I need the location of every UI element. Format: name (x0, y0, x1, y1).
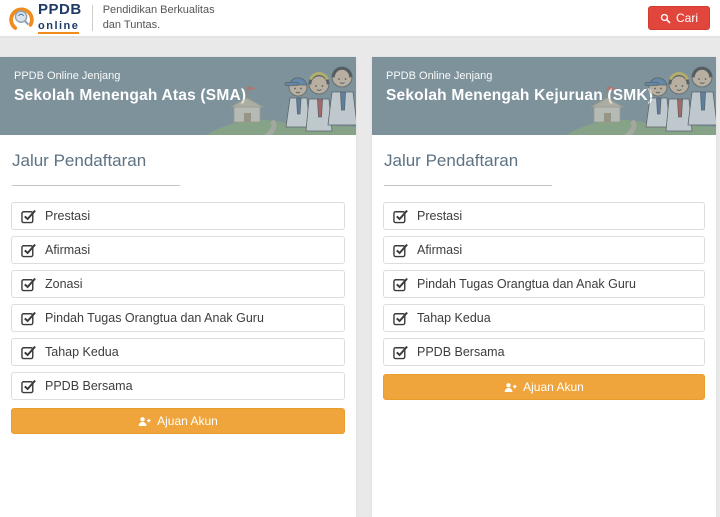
check-square-icon (393, 242, 409, 258)
main-content: PPDB Online Jenjang Sekolah Menengah Ata… (0, 38, 720, 517)
search-button-label: Cari (675, 11, 698, 25)
jalur-item-label: Pindah Tugas Orangtua dan Anak Guru (45, 311, 264, 325)
jalur-item[interactable]: Afirmasi (383, 236, 705, 264)
site-tagline: Pendidikan Berkualitas dan Tuntas. (103, 3, 215, 33)
ppdb-logo-icon (8, 5, 35, 32)
jalur-item-label: Afirmasi (45, 243, 91, 257)
jalur-item-label: Afirmasi (417, 243, 463, 257)
search-icon (660, 13, 671, 24)
jalur-item[interactable]: Tahap Kedua (383, 304, 705, 332)
jalur-item-label: Prestasi (45, 209, 91, 223)
check-square-icon (21, 208, 37, 224)
check-square-icon (21, 276, 37, 292)
card-smk: PPDB Online Jenjang Sekolah Menengah Kej… (372, 57, 716, 517)
jalur-item-label: Tahap Kedua (417, 311, 491, 325)
jalur-item[interactable]: Prestasi (11, 202, 345, 230)
check-square-icon (21, 310, 37, 326)
card-sma-body: Jalur Pendaftaran Prestasi Afirmasi Zona… (0, 135, 356, 448)
tagline-line2: dan Tuntas. (102, 19, 161, 31)
card-sma-banner: PPDB Online Jenjang Sekolah Menengah Ata… (0, 57, 356, 135)
card-smk-banner: PPDB Online Jenjang Sekolah Menengah Kej… (372, 57, 716, 135)
logo-text-secondary: online (38, 20, 80, 34)
jalur-item[interactable]: Prestasi (383, 202, 705, 230)
card-smk-body: Jalur Pendaftaran Prestasi Afirmasi Pind… (372, 135, 716, 414)
top-bar: PPDB online Pendidikan Berkualitas dan T… (0, 0, 720, 38)
check-square-icon (393, 310, 409, 326)
jalur-item[interactable]: Pindah Tugas Orangtua dan Anak Guru (383, 270, 705, 298)
check-square-icon (21, 378, 37, 394)
ajuan-akun-label: Ajuan Akun (523, 380, 584, 394)
students-illustration (206, 57, 356, 135)
section-rule (384, 185, 552, 186)
user-plus-icon (138, 416, 151, 427)
jalur-item[interactable]: PPDB Bersama (11, 372, 345, 400)
check-square-icon (393, 344, 409, 360)
jalur-item[interactable]: Zonasi (11, 270, 345, 298)
jalur-item-label: PPDB Bersama (417, 345, 505, 359)
jalur-item[interactable]: Pindah Tugas Orangtua dan Anak Guru (11, 304, 345, 332)
logo-text-primary: PPDB (38, 1, 82, 18)
check-square-icon (21, 344, 37, 360)
jalur-item-label: Zonasi (45, 277, 83, 291)
jalur-item[interactable]: Tahap Kedua (11, 338, 345, 366)
jalur-item-label: Tahap Kedua (45, 345, 119, 359)
card-sma: PPDB Online Jenjang Sekolah Menengah Ata… (0, 57, 356, 517)
jalur-item[interactable]: PPDB Bersama (383, 338, 705, 366)
section-title: Jalur Pendaftaran (12, 151, 147, 170)
jalur-list-sma: Prestasi Afirmasi Zonasi Pindah Tugas Or… (11, 202, 345, 400)
section-title: Jalur Pendaftaran (384, 151, 519, 170)
jalur-item[interactable]: Afirmasi (11, 236, 345, 264)
user-plus-icon (504, 382, 517, 393)
search-button[interactable]: Cari (647, 6, 710, 30)
jalur-item-label: Prestasi (417, 209, 463, 223)
ppdb-logo: PPDB online (8, 2, 82, 34)
tagline-line1: Pendidikan Berkualitas (102, 4, 215, 17)
check-square-icon (21, 242, 37, 258)
check-square-icon (393, 276, 409, 292)
jalur-list-smk: Prestasi Afirmasi Pindah Tugas Orangtua … (383, 202, 705, 366)
jalur-item-label: PPDB Bersama (45, 379, 133, 393)
ajuan-akun-button-sma[interactable]: Ajuan Akun (11, 408, 345, 434)
check-square-icon (393, 208, 409, 224)
ajuan-akun-button-smk[interactable]: Ajuan Akun (383, 374, 705, 400)
ajuan-akun-label: Ajuan Akun (157, 414, 218, 428)
section-rule (12, 185, 180, 186)
header-divider (91, 5, 93, 31)
students-illustration (566, 57, 716, 135)
jalur-item-label: Pindah Tugas Orangtua dan Anak Guru (417, 277, 636, 291)
